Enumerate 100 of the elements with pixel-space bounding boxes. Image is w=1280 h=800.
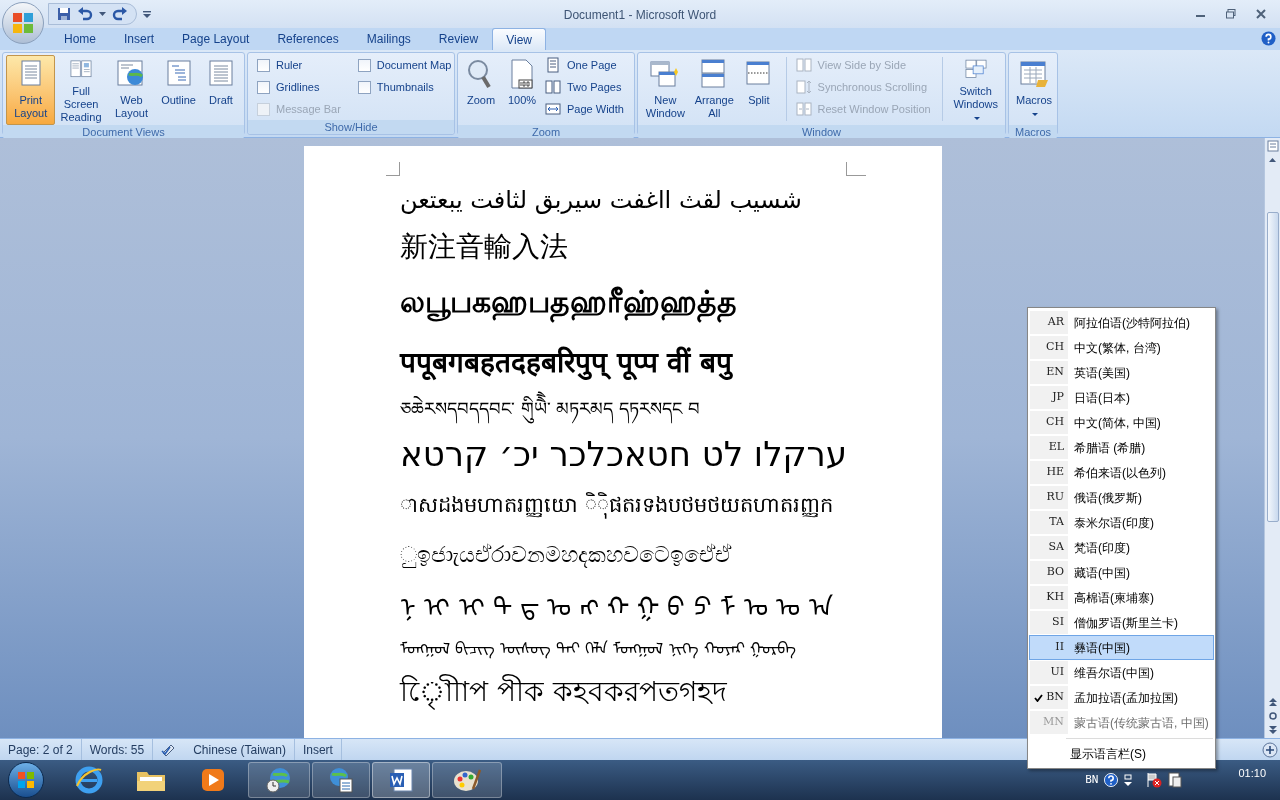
language-menu-item[interactable]: AR 阿拉伯语(沙特阿拉伯)	[1029, 310, 1214, 335]
options-arrow-icon[interactable]	[1124, 774, 1133, 786]
language-name: 彝语(中国)	[1074, 639, 1130, 657]
ribbon-button[interactable]: Macros	[1012, 55, 1057, 125]
ribbon-tab[interactable]: Home	[50, 28, 110, 50]
language-menu-item[interactable]: KH 高棉语(柬埔寨)	[1029, 585, 1214, 610]
language-menu-item[interactable]: RU 俄语(俄罗斯)	[1029, 485, 1214, 510]
input-language-indicator[interactable]: BN	[1085, 771, 1099, 789]
ribbon-tab[interactable]: References	[263, 28, 353, 50]
language-code: TA	[1049, 514, 1064, 531]
checkbox-option[interactable]: Thumbnails	[355, 77, 454, 97]
language-name: 泰米尔语(印度)	[1074, 514, 1154, 532]
checkbox-option[interactable]: Document Map	[355, 55, 454, 75]
paint-palette-taskbar-icon[interactable]	[432, 762, 502, 798]
language-bar-menu-item[interactable]: 显示语言栏(S)	[1028, 742, 1215, 766]
ribbon-button[interactable]: Outline	[157, 55, 200, 125]
language-menu-item[interactable]: SI 僧伽罗语(斯里兰卡)	[1029, 610, 1214, 635]
window-title: Document1 - Microsoft Word	[563, 7, 717, 24]
language-code: CH	[1046, 414, 1064, 431]
language-menu-item[interactable]: UI 维吾尔语(中国)	[1029, 660, 1214, 685]
language-code: MN	[1043, 714, 1064, 731]
ribbon-tab[interactable]: Insert	[110, 28, 169, 50]
dropdown-arrow-icon[interactable]	[99, 12, 106, 16]
globe-clock-taskbar-icon[interactable]	[248, 762, 310, 798]
ribbon-button[interactable]: Switch Windows	[949, 55, 1002, 125]
group-label: Show/Hide	[248, 120, 454, 134]
group-label: Document Views	[3, 125, 244, 139]
customize-toolbar-icon[interactable]	[143, 10, 151, 18]
language-menu-item[interactable]: TA 泰米尔语(印度)	[1029, 510, 1214, 535]
language-code: UI	[1050, 664, 1064, 681]
flag-error-icon[interactable]	[1146, 772, 1163, 788]
ribbon-button[interactable]: 100%	[502, 55, 542, 125]
language-name: 中文(简体, 中国)	[1074, 414, 1161, 432]
two-pages-icon	[545, 79, 561, 95]
ribbon-button[interactable]: Arrange All	[690, 55, 738, 125]
language-name: 僧伽罗语(斯里兰卡)	[1074, 614, 1178, 632]
office-button[interactable]	[2, 2, 44, 44]
language-menu-item[interactable]: CH 中文(繁体, 台湾)	[1029, 335, 1214, 360]
help-icon[interactable]	[1104, 773, 1119, 787]
ribbon-tab[interactable]: Review	[424, 28, 493, 50]
scroll-up-arrow-icon[interactable]	[1269, 158, 1276, 162]
ribbon-button[interactable]: Split	[738, 55, 779, 125]
language-menu-item[interactable]: SA 梵语(印度)	[1029, 535, 1214, 560]
language-menu-item[interactable]: II 彝语(中国)	[1029, 635, 1214, 660]
language-code: II	[1055, 639, 1064, 656]
language-name: 中文(繁体, 台湾)	[1074, 339, 1161, 357]
document-tray-icon[interactable]	[1168, 772, 1183, 788]
language-name: 俄语(俄罗斯)	[1074, 489, 1142, 507]
ribbon-button[interactable]: New Window	[641, 55, 690, 125]
ribbon-button[interactable]: Zoom	[461, 55, 501, 125]
language-name: 日语(日本)	[1074, 389, 1130, 407]
side-by-side-icon	[795, 57, 812, 73]
language-code: RU	[1046, 489, 1064, 506]
zoom-in-icon[interactable]	[1262, 741, 1278, 758]
language-name: 高棉语(柬埔寨)	[1074, 589, 1154, 607]
language-code: AR	[1047, 314, 1064, 331]
language-menu-item[interactable]: JP 日语(日本)	[1029, 385, 1214, 410]
start-button[interactable]	[8, 762, 44, 798]
ruler-toggle-icon[interactable]	[1266, 140, 1279, 152]
language-name: 藏语(中国)	[1074, 564, 1130, 582]
ribbon-small-button[interactable]: One Page	[543, 55, 626, 75]
ribbon-button[interactable]: Print Layout	[6, 55, 56, 125]
next-page-icon[interactable]	[1268, 726, 1277, 734]
ribbon-small-button[interactable]: Page Width	[543, 99, 626, 119]
language-menu-item[interactable]: CH 中文(简体, 中国)	[1029, 410, 1214, 435]
document-line: شسيب لقث ااغفت سيربق لثافت يبعتعن	[400, 185, 803, 216]
previous-page-icon[interactable]	[1268, 698, 1277, 706]
language-code: JP	[1052, 389, 1064, 406]
close-icon[interactable]	[1256, 9, 1266, 19]
help-icon[interactable]	[1261, 31, 1276, 46]
ribbon-tab[interactable]: Page Layout	[168, 28, 264, 50]
language-menu-item[interactable]: EL 希腊语 (希腊)	[1029, 435, 1214, 460]
language-menu-item[interactable]: BO 藏语(中国)	[1029, 560, 1214, 585]
ribbon-button[interactable]: Full Screen Reading	[56, 55, 106, 125]
ribbon-tab[interactable]: Mailings	[352, 28, 425, 50]
undo-icon[interactable]	[77, 7, 93, 21]
word-taskbar-icon[interactable]	[372, 762, 430, 798]
language-code: HE	[1046, 464, 1064, 481]
checkbox-option[interactable]: Ruler	[255, 55, 343, 75]
checkbox-option[interactable]: Gridlines	[255, 77, 343, 97]
globe-checklist-taskbar-icon[interactable]	[312, 762, 370, 798]
ribbon-tab[interactable]: View	[492, 28, 546, 50]
restore-icon[interactable]	[1226, 9, 1236, 19]
ribbon-small-button[interactable]: Two Pages	[543, 77, 626, 97]
language-code: BN	[1046, 689, 1064, 706]
checkmark-icon	[1034, 693, 1044, 702]
language-menu-item[interactable]: EN 英语(美国)	[1029, 360, 1214, 385]
redo-icon[interactable]	[112, 7, 128, 21]
save-icon[interactable]	[57, 7, 71, 21]
browse-object-icon[interactable]	[1268, 712, 1277, 720]
page-width-icon	[545, 101, 561, 117]
document-line: ᠮᠣᠩᠭᠣᠯ ᠪᠢᠴᠢᠭ ᠦᠰᠦᠭ ᠲᠠᠢ ᠬᠡᠯᠡ ᠮᠣᠩᠭᠣᠯ ᠨᠢᠭᠡ ᠬᠣᠶᠠᠷ ᠭᠤᠷᠪᠠ	[400, 638, 797, 661]
clock-time[interactable]: 01:10	[1238, 764, 1266, 782]
ribbon-button[interactable]: Draft	[201, 55, 241, 125]
language-menu-item[interactable]: BN 孟加拉语(孟加拉国)	[1029, 685, 1214, 710]
vertical-scrollbar[interactable]	[1264, 138, 1280, 738]
scroll-thumb[interactable]	[1266, 212, 1279, 522]
language-menu-item[interactable]: HE 希伯来语(以色列)	[1029, 460, 1214, 485]
ribbon-button[interactable]: Web Layout	[106, 55, 157, 125]
margin-corner-mark	[846, 162, 866, 176]
